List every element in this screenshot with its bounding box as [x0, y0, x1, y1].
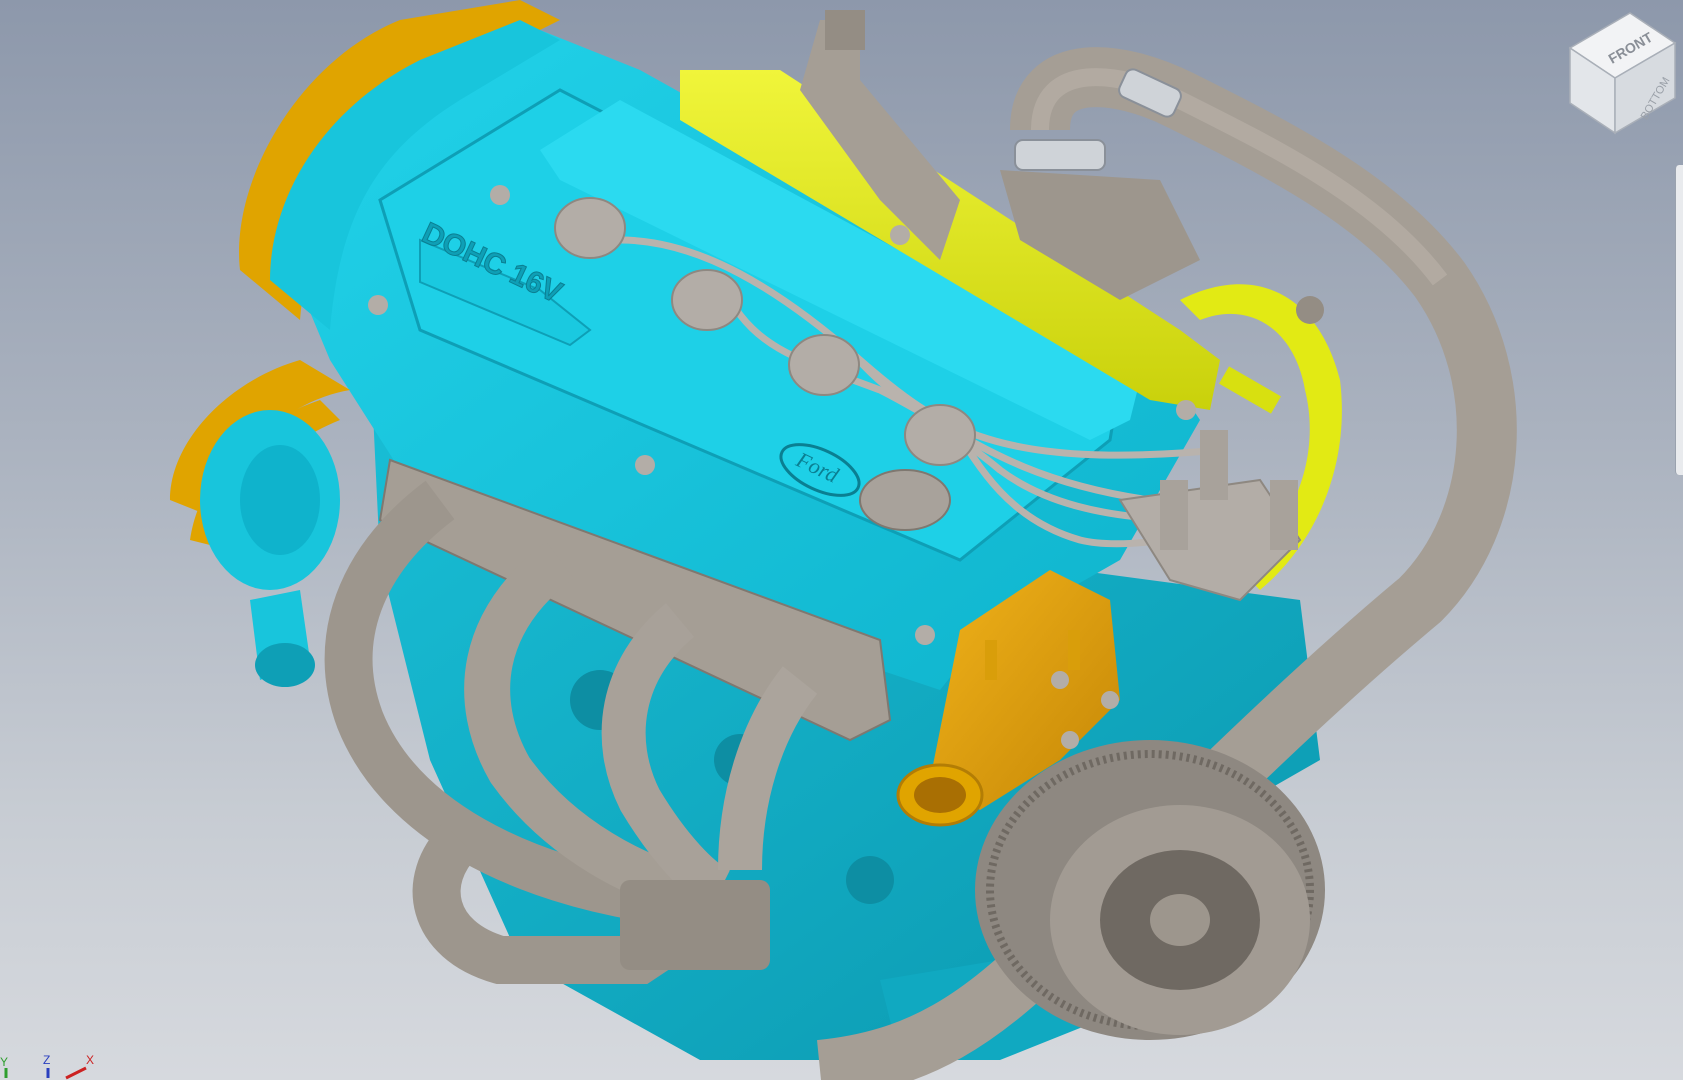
view-cube[interactable]: FRONT BOTTOM	[1560, 8, 1680, 138]
triad-z-label: Z	[43, 1053, 50, 1067]
flywheel-clutch[interactable]	[975, 740, 1325, 1040]
triad-y-label: Y	[0, 1055, 8, 1069]
triad-x-label: X	[86, 1053, 94, 1067]
water-pump[interactable]	[200, 410, 340, 687]
engine-model[interactable]: DOHC 16V Ford	[0, 0, 1683, 1080]
navigation-bar-handle[interactable]	[1675, 165, 1683, 475]
graphics-viewport[interactable]: DOHC 16V Ford FRONT BOTTOM Y Z X	[0, 0, 1683, 1080]
coordinate-triad: Y Z X	[0, 1053, 94, 1080]
